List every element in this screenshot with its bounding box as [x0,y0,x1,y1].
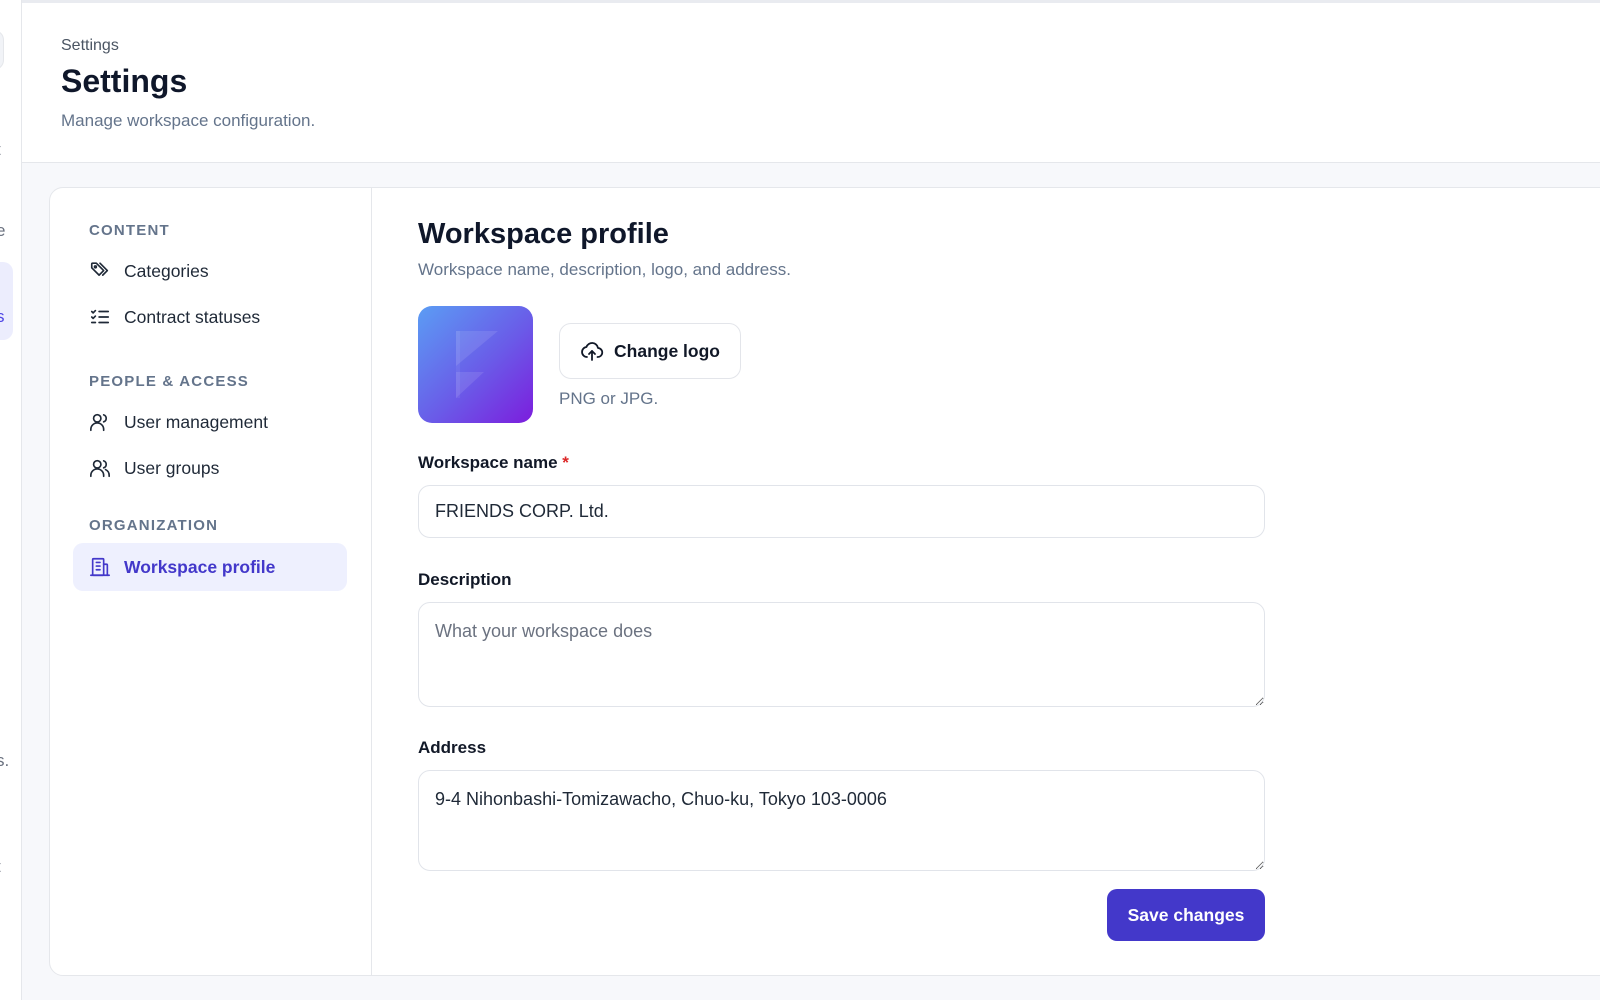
building-icon [89,556,111,578]
nav-item-workspace-profile[interactable]: Workspace profile [73,543,347,591]
tags-icon [89,260,111,282]
sidebar-item-fragment[interactable]: t [0,141,1,158]
sidebar-item-fragment[interactable]: s [0,308,5,325]
cloud-upload-icon [580,339,604,363]
users-icon [89,457,111,479]
list-checks-icon [89,306,111,328]
sidebar-item-fragment[interactable]: t [0,858,1,875]
sidebar-item-fragment[interactable]: e [0,222,5,239]
sidebar-item-settings-active[interactable] [0,262,13,340]
description-label: Description [418,570,512,589]
logo-mark-icon [456,331,498,398]
address-label: Address [418,738,487,757]
workspace-avatar[interactable] [0,30,4,70]
workspace-profile-panel: Workspace profile Workspace name, descri… [418,188,1318,975]
nav-item-label: User groups [124,457,220,478]
section-title: Workspace profile [418,218,669,250]
section-subtitle: Workspace name, description, logo, and a… [418,260,791,279]
change-logo-button[interactable]: Change logo [559,323,741,379]
workspace-name-input[interactable] [418,485,1265,538]
change-logo-label: Change logo [614,340,720,361]
page-title: Settings [61,63,188,99]
user-icon [89,411,111,433]
required-indicator: * [562,453,569,472]
workspace-logo [418,306,533,423]
sidebar-item-fragment[interactable]: s. [0,752,9,769]
settings-card: CONTENT Categories Contract statuses PEO… [49,187,1600,976]
page-header: Settings Settings Manage workspace confi… [22,3,1600,163]
workspace-name-label-text: Workspace name [418,453,558,472]
nav-item-label: Workspace profile [124,556,276,577]
breadcrumb[interactable]: Settings [61,37,119,55]
nav-item-label: Categories [124,260,209,281]
address-textarea[interactable]: 9-4 Nihonbashi-Tomizawacho, Chuo-ku, Tok… [418,770,1265,871]
page-subtitle: Manage workspace configuration. [61,111,316,130]
description-textarea[interactable] [418,602,1265,707]
nav-section-content: CONTENT [89,222,170,239]
nav-section-people-access: PEOPLE & ACCESS [89,373,249,390]
settings-subnav: CONTENT Categories Contract statuses PEO… [50,188,372,975]
app: t e s s. t Settings Settings Manage work… [0,0,1600,1000]
workspace-name-label: Workspace name * [418,453,569,473]
nav-item-contract-statuses[interactable]: Contract statuses [73,293,347,341]
nav-section-organization: ORGANIZATION [89,517,219,534]
nav-item-label: Contract statuses [124,306,261,327]
primary-sidebar: t e s s. t [0,0,22,1000]
save-changes-button[interactable]: Save changes [1107,889,1265,941]
nav-item-user-management[interactable]: User management [73,398,347,446]
nav-item-label: User management [124,411,268,432]
nav-item-user-groups[interactable]: User groups [73,444,347,492]
nav-item-categories[interactable]: Categories [73,247,347,295]
logo-format-hint: PNG or JPG. [559,389,659,408]
